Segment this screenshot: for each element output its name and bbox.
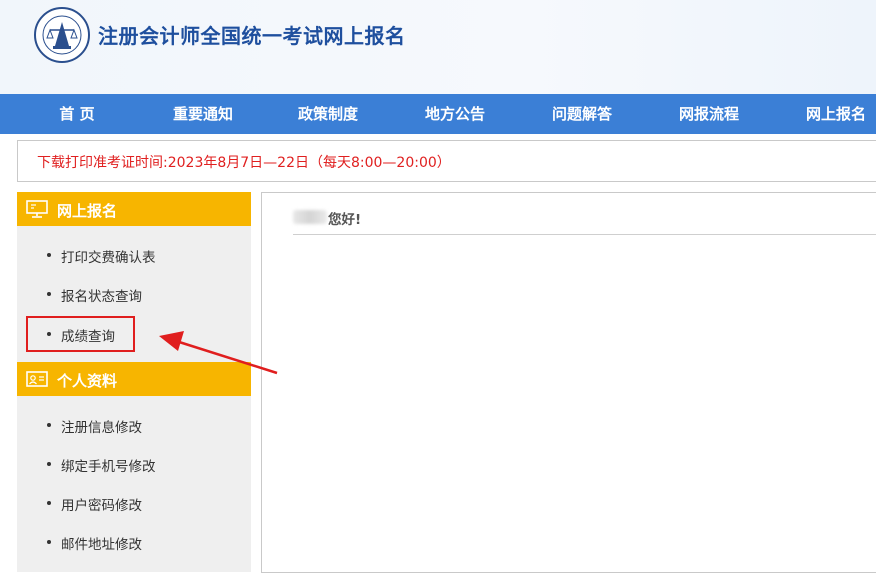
sidebar-item-label: 报名状态查询	[61, 289, 142, 305]
notice-text: 下载打印准考证时间:2023年8月7日—22日（每天8:00—20:00）	[37, 155, 451, 171]
site-header: 注册会计师全国统一考试网上报名	[0, 0, 876, 94]
nav-registration-process[interactable]: 网报流程	[654, 94, 764, 134]
sidebar-item-edit-email[interactable]: 邮件地址修改	[17, 528, 251, 556]
sidebar-item-registration-status[interactable]: 报名状态查询	[17, 280, 251, 308]
sidebar-item-print-payment-confirmation[interactable]: 打印交费确认表	[17, 241, 251, 269]
sidebar-item-label: 用户密码修改	[61, 498, 142, 514]
divider	[293, 234, 876, 235]
main-panel: 您好!	[261, 192, 876, 573]
bullet-icon	[47, 292, 51, 296]
bullet-icon	[47, 253, 51, 257]
main-nav: 首 页 重要通知 政策制度 地方公告 问题解答 网报流程 网上报名	[0, 94, 876, 134]
redacted-username	[293, 210, 327, 224]
nav-faq[interactable]: 问题解答	[527, 94, 637, 134]
sidebar-section-personal-info: 个人资料	[17, 362, 251, 396]
sidebar-item-edit-registration-info[interactable]: 注册信息修改	[17, 411, 251, 439]
bullet-icon	[47, 462, 51, 466]
nav-online-registration[interactable]: 网上报名	[781, 94, 876, 134]
cicpa-logo-icon	[34, 7, 90, 63]
highlight-box	[26, 316, 135, 352]
nav-important-notices[interactable]: 重要通知	[148, 94, 258, 134]
sidebar-item-label: 注册信息修改	[61, 420, 142, 436]
sidebar-item-label: 邮件地址修改	[61, 537, 142, 553]
nav-local-announcements[interactable]: 地方公告	[400, 94, 510, 134]
bullet-icon	[47, 423, 51, 427]
sidebar: 网上报名 打印交费确认表 报名状态查询 成绩查询 个人资料 注册信息修改 绑定手…	[17, 192, 251, 572]
sidebar-section-online-registration: 网上报名	[17, 192, 251, 226]
sidebar-item-label: 打印交费确认表	[61, 250, 156, 266]
sidebar-item-label: 绑定手机号修改	[61, 459, 156, 475]
id-card-icon	[26, 371, 48, 387]
site-title: 注册会计师全国统一考试网上报名	[98, 24, 406, 48]
nav-policies[interactable]: 政策制度	[273, 94, 383, 134]
nav-home[interactable]: 首 页	[22, 94, 132, 134]
sidebar-section-title: 网上报名	[57, 202, 118, 220]
notice-bar: 下载打印准考证时间:2023年8月7日—22日（每天8:00—20:00）	[17, 140, 876, 182]
bullet-icon	[47, 501, 51, 505]
greeting-text: 您好!	[328, 212, 362, 228]
sidebar-section-title: 个人资料	[57, 372, 118, 390]
sidebar-item-edit-phone[interactable]: 绑定手机号修改	[17, 450, 251, 478]
sidebar-item-edit-password[interactable]: 用户密码修改	[17, 489, 251, 517]
bullet-icon	[47, 540, 51, 544]
monitor-icon	[26, 200, 48, 218]
